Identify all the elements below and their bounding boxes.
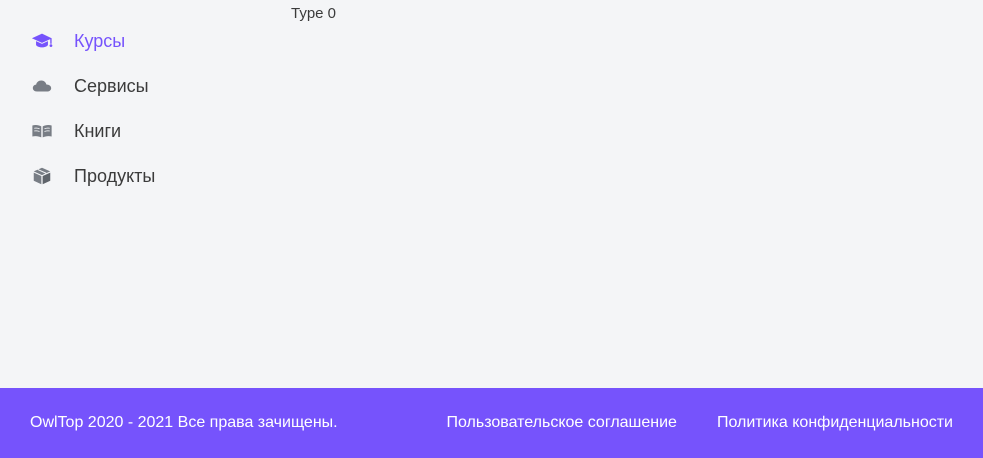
sidebar-item-courses[interactable]: Курсы bbox=[30, 18, 260, 63]
box-icon bbox=[30, 164, 54, 188]
sidebar-item-services[interactable]: Сервисы bbox=[30, 63, 260, 108]
footer-links: Пользовательское соглашение Политика кон… bbox=[447, 414, 954, 432]
user-agreement-link[interactable]: Пользовательское соглашение bbox=[447, 414, 677, 432]
footer-copyright: OwlTop 2020 - 2021 Все права зачищены. bbox=[30, 414, 338, 431]
sidebar-item-books[interactable]: Книги bbox=[30, 108, 260, 153]
sidebar-item-label: Курсы bbox=[74, 30, 126, 51]
footer: OwlTop 2020 - 2021 Все права зачищены. П… bbox=[0, 388, 983, 458]
cloud-icon bbox=[30, 74, 54, 98]
type-text: Type 0 bbox=[291, 5, 337, 22]
page: Курсы Сервисы Книги Продукты Type 0 OwlT… bbox=[0, 0, 983, 458]
sidebar-item-label: Сервисы bbox=[74, 75, 149, 96]
sidebar-nav: Курсы Сервисы Книги Продукты bbox=[30, 18, 260, 198]
sidebar-item-label: Книги bbox=[74, 120, 122, 141]
sidebar-item-label: Продукты bbox=[74, 165, 156, 186]
sidebar-item-products[interactable]: Продукты bbox=[30, 153, 260, 198]
open-book-icon bbox=[30, 119, 54, 143]
privacy-policy-link[interactable]: Политика конфиденциальности bbox=[717, 414, 953, 432]
graduation-cap-icon bbox=[30, 29, 54, 53]
